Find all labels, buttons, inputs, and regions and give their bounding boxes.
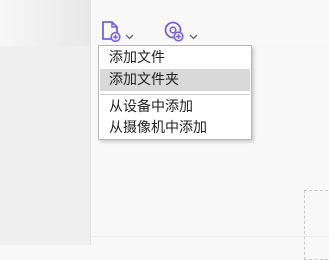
- drop-zone[interactable]: [304, 190, 329, 260]
- menu-item-add-from-camera[interactable]: 从摄像机中添加: [100, 117, 250, 139]
- chevron-down-icon: [125, 25, 134, 44]
- menu-item-add-from-device[interactable]: 从设备中添加: [100, 96, 250, 118]
- add-from-device-dropdown-button[interactable]: [163, 18, 198, 48]
- chevron-down-icon: [189, 25, 198, 44]
- add-file-dropdown-menu: 添加文件 添加文件夹 从设备中添加 从摄像机中添加: [98, 45, 252, 140]
- content-divider: [91, 236, 329, 237]
- menu-item-add-folder[interactable]: 添加文件夹: [100, 69, 250, 91]
- menu-item-add-file[interactable]: 添加文件: [100, 47, 250, 69]
- menu-separator: [100, 94, 250, 95]
- file-plus-icon: [101, 20, 121, 46]
- camera-plus-icon: [163, 20, 185, 46]
- left-panel-header: [0, 0, 90, 46]
- add-file-dropdown-button[interactable]: [101, 18, 134, 48]
